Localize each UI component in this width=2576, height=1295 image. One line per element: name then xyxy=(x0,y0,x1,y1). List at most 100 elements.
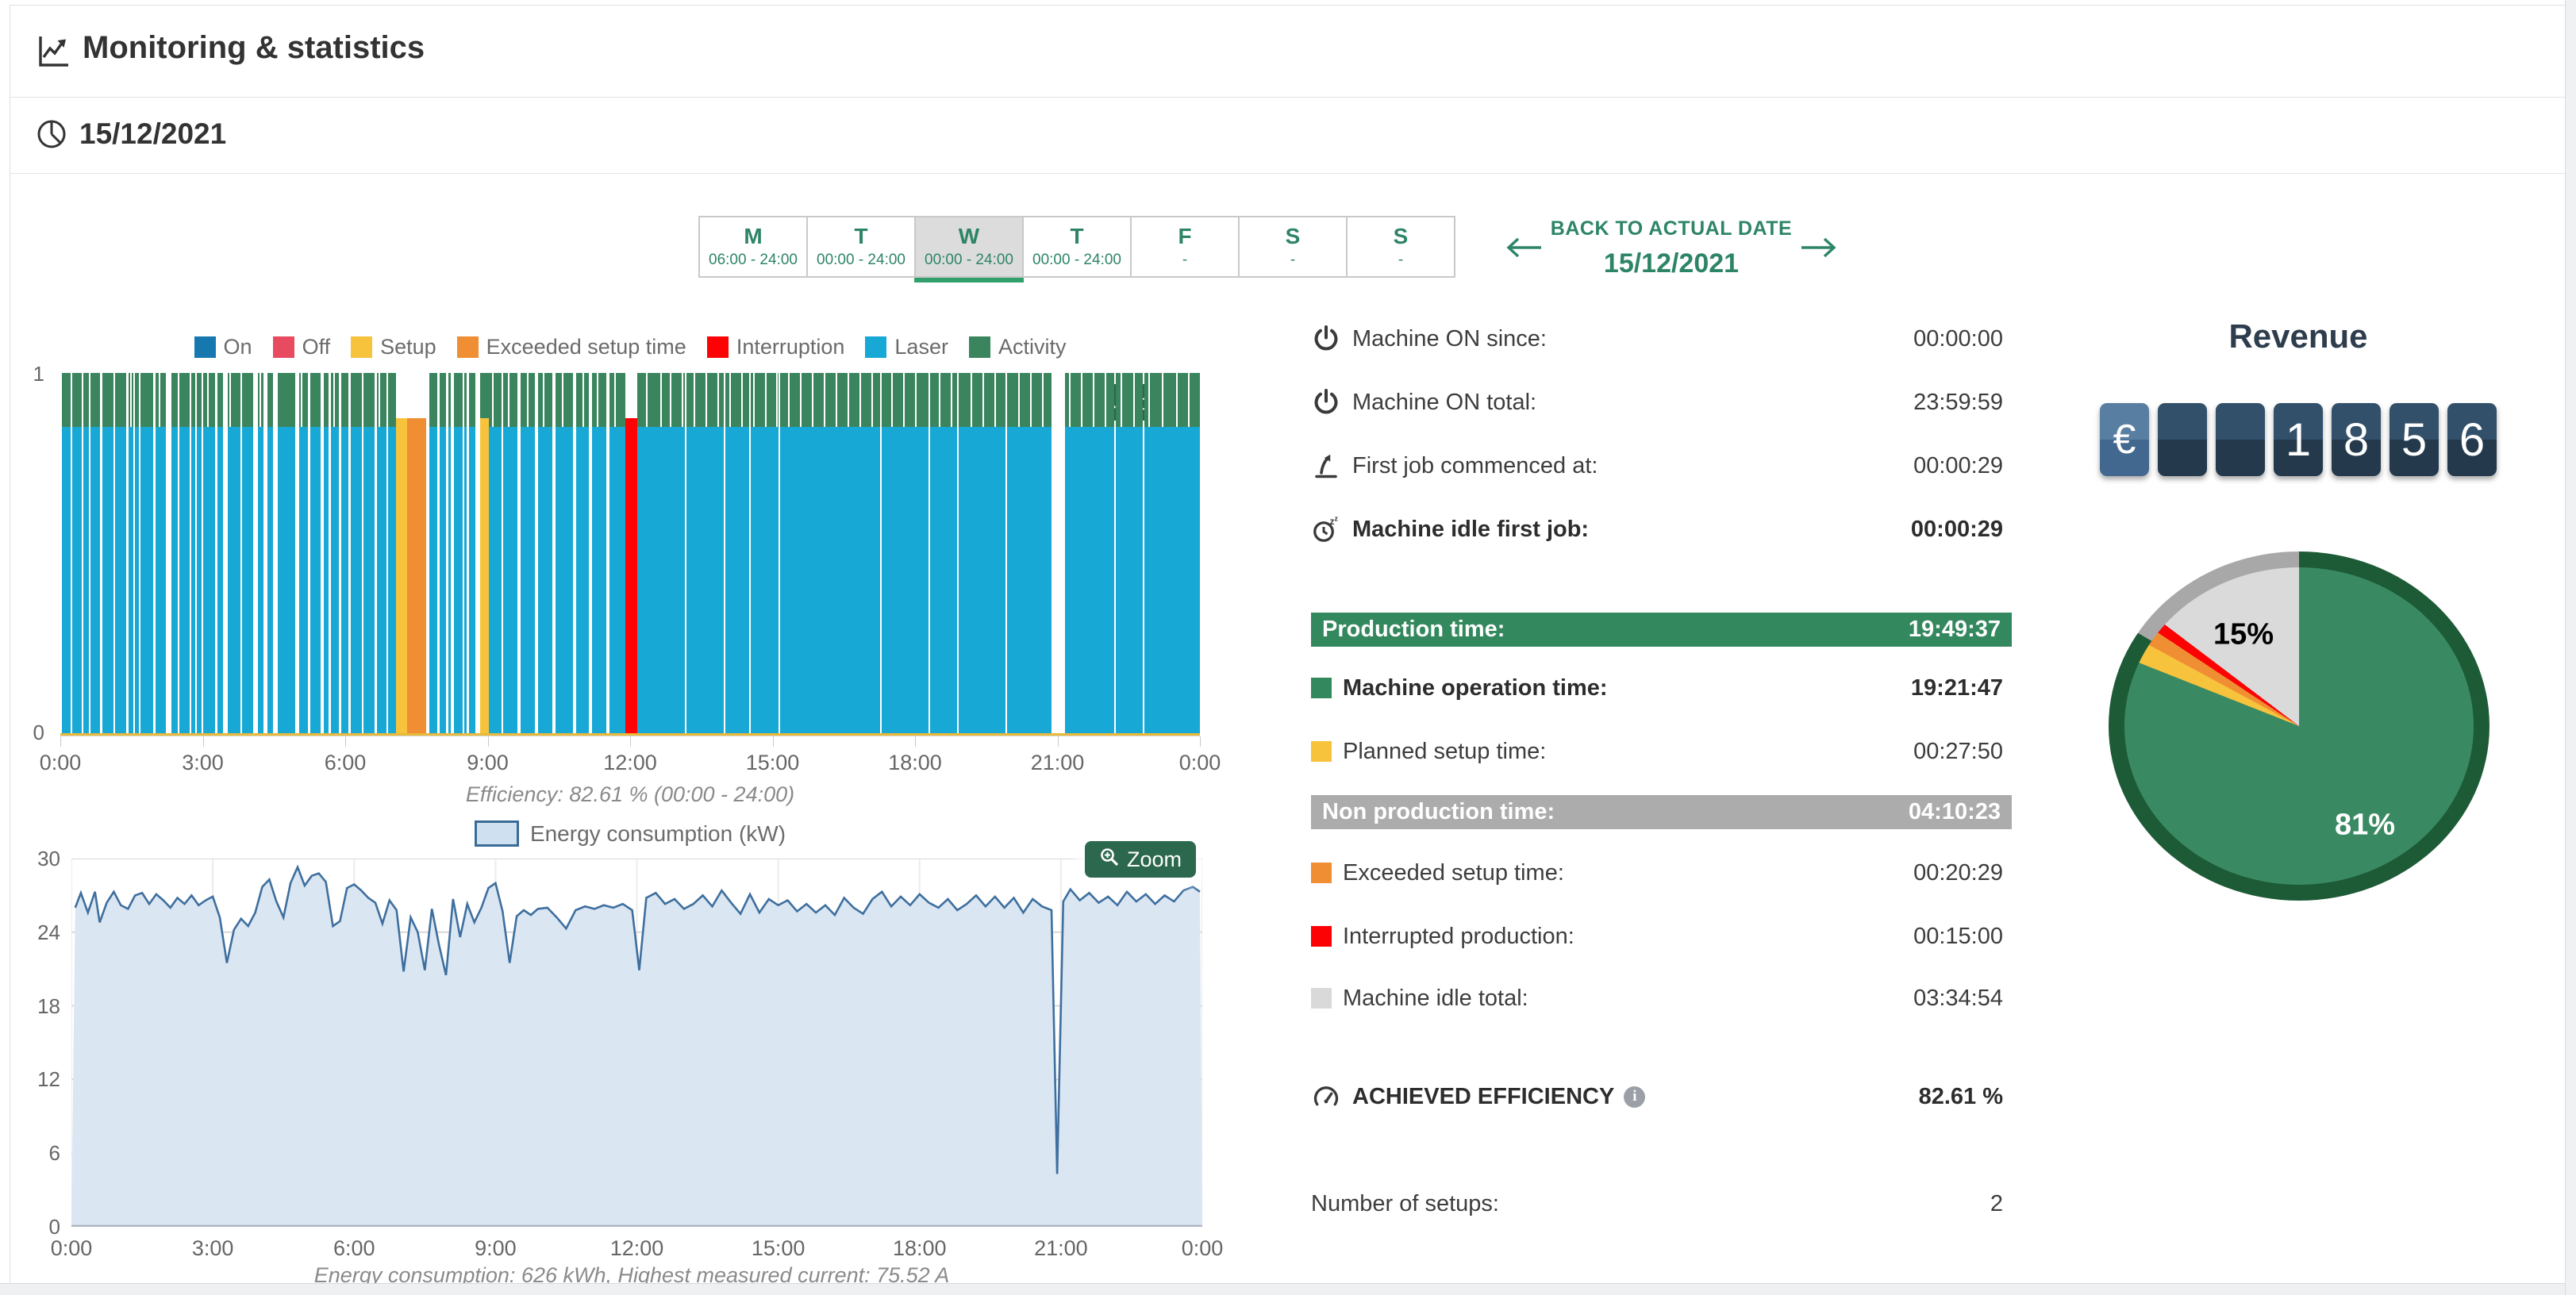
laser-on-segment xyxy=(388,427,396,733)
legend-item-off: Off xyxy=(273,335,331,359)
stat-value: 00:15:00 xyxy=(1913,924,2003,950)
activity-segment xyxy=(1065,373,1114,427)
week-selector: M06:00 - 24:00T00:00 - 24:00W00:00 - 24:… xyxy=(698,216,1455,278)
laser-on-segment xyxy=(331,427,339,733)
setup-segment xyxy=(396,418,407,733)
energy-y-label: 6 xyxy=(29,1141,60,1166)
activity-segment xyxy=(1007,373,1052,427)
stat-row-machine-operation-time: Machine operation time:19:21:47 xyxy=(1311,669,2003,707)
efficiency-caption: Efficiency: 82.61 % (00:00 - 24:00) xyxy=(60,782,1200,807)
laser-on-segment xyxy=(1116,427,1143,733)
stat-value: 00:00:29 xyxy=(1913,453,2003,479)
stat-value: 00:00:00 xyxy=(1913,326,2003,352)
activity-gap-line xyxy=(670,373,671,427)
revenue-digit-tile-4: 8 xyxy=(2332,403,2381,476)
back-to-actual-date-button[interactable]: BACK TO ACTUAL DATE 15/12/2021 xyxy=(1551,217,1792,279)
svg-text:z: z xyxy=(1335,515,1339,523)
weekday-letter: T xyxy=(1070,225,1083,248)
activity-segment xyxy=(135,373,139,427)
next-day-arrow-button[interactable] xyxy=(1798,234,1838,263)
stat-row-machine-idle-first-job: zzMachine idle first job:00:00:29 xyxy=(1311,510,2003,548)
navigation-date: 15/12/2021 xyxy=(1551,248,1792,279)
laser-on-segment xyxy=(464,427,467,733)
activity-segment xyxy=(140,373,153,427)
energy-x-label: 3:00 xyxy=(192,1236,234,1261)
activity-segment xyxy=(197,373,202,427)
laser-on-segment xyxy=(454,427,463,733)
revenue-title: Revenue xyxy=(2104,317,2493,355)
legend-swatch xyxy=(273,336,294,358)
stat-label: Machine idle total: xyxy=(1343,986,1528,1012)
laser-on-segment xyxy=(156,427,166,733)
takeoff-icon xyxy=(1311,451,1341,481)
energy-x-label: 21:00 xyxy=(1034,1236,1088,1261)
laser-on-segment xyxy=(429,427,437,733)
activity-segment xyxy=(388,373,396,427)
legend-swatch xyxy=(707,336,729,358)
activity-gap-line xyxy=(1069,373,1071,427)
weekday-letter: F xyxy=(1178,225,1191,248)
legend-item-on: On xyxy=(194,335,252,359)
energy-x-label: 9:00 xyxy=(475,1236,517,1261)
laser-on-segment xyxy=(576,427,589,733)
stat-color-swatch xyxy=(1311,926,1332,947)
laser-on-segment xyxy=(556,427,573,733)
legend-item-laser: Laser xyxy=(865,335,948,359)
laser-on-segment xyxy=(1065,427,1114,733)
weekday-cell-m-0[interactable]: M06:00 - 24:00 xyxy=(698,216,808,278)
stat-value: 82.61 % xyxy=(1919,1084,2003,1110)
activity-gap-line xyxy=(1081,373,1082,427)
laser-on-segment xyxy=(62,427,71,733)
page-title: Monitoring & statistics xyxy=(83,30,425,66)
activity-gap-line xyxy=(706,373,707,427)
info-icon[interactable]: i xyxy=(1624,1086,1645,1108)
energy-zoom-button[interactable]: Zoom xyxy=(1085,841,1196,878)
activity-segment xyxy=(556,373,573,427)
laser-on-segment xyxy=(191,427,195,733)
weekday-cell-t-1[interactable]: T00:00 - 24:00 xyxy=(806,216,916,278)
laser-on-segment xyxy=(310,427,321,733)
activity-segment xyxy=(331,373,339,427)
activity-gap-line xyxy=(1133,373,1135,427)
stat-label: First job commenced at: xyxy=(1352,453,1598,479)
stat-row-first-job-commenced-at: First job commenced at: 00:00:29 xyxy=(1311,447,2003,485)
laser-on-segment xyxy=(135,427,139,733)
date-navigation: BACK TO ACTUAL DATE 15/12/2021 xyxy=(1505,217,1838,279)
stat-label: Number of setups: xyxy=(1311,1191,1499,1217)
timeline-chart: Zoom xyxy=(60,373,1200,733)
activity-gap-line xyxy=(1188,373,1190,427)
scrollbar-track[interactable] xyxy=(2565,0,2576,1295)
activity-gap-line xyxy=(682,373,683,427)
stat-value: 00:00:29 xyxy=(1911,517,2003,543)
laser-on-segment xyxy=(469,427,475,733)
stat-color-swatch xyxy=(1311,863,1332,883)
monitoring-page: Monitoring & statistics 15/12/2021 M06:0… xyxy=(0,0,2576,1295)
activity-gap-line xyxy=(971,373,972,427)
weekday-cell-f-4[interactable]: F- xyxy=(1130,216,1240,278)
timeline-x-label: 9:00 xyxy=(467,751,509,775)
activity-gap-line xyxy=(915,373,917,427)
laser-on-segment xyxy=(725,427,749,733)
stat-color-swatch xyxy=(1311,678,1332,698)
stat-value: 00:27:50 xyxy=(1913,739,2003,765)
activity-gap-line xyxy=(982,373,984,427)
legend-label: On xyxy=(224,335,252,359)
energy-x-label: 15:00 xyxy=(752,1236,805,1261)
activity-segment xyxy=(203,373,215,427)
previous-day-arrow-button[interactable] xyxy=(1505,234,1544,263)
laser-on-segment xyxy=(959,427,1005,733)
laser-on-segment xyxy=(377,427,386,733)
laser-on-segment xyxy=(72,427,82,733)
laser-on-segment xyxy=(242,427,253,733)
weekday-cell-s-6[interactable]: S- xyxy=(1346,216,1455,278)
laser-on-segment xyxy=(267,427,273,733)
weekday-cell-t-3[interactable]: T00:00 - 24:00 xyxy=(1022,216,1132,278)
laser-on-segment xyxy=(83,427,89,733)
activity-segment xyxy=(278,373,295,427)
timeline-x-tick xyxy=(773,736,774,747)
weekday-cell-s-5[interactable]: S- xyxy=(1238,216,1348,278)
weekday-cell-w-2[interactable]: W00:00 - 24:00 xyxy=(914,216,1024,278)
activity-segment xyxy=(90,373,100,427)
activity-gap-line xyxy=(562,373,563,427)
laser-on-segment xyxy=(609,427,625,733)
